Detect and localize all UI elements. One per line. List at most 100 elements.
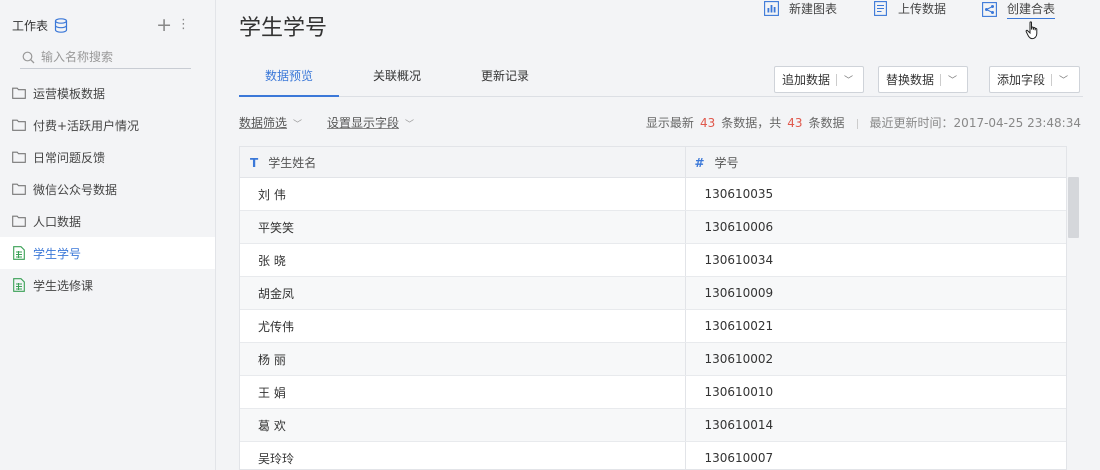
cell-name: 尤传伟 (240, 310, 687, 342)
add-field-button[interactable]: 添加字段 ﹀ (989, 66, 1080, 93)
table-row: 杨 丽 130610002 (240, 343, 1066, 376)
database-icon[interactable] (54, 17, 68, 33)
cell-name: 平笑笑 (240, 211, 687, 243)
more-icon[interactable]: ⋮ (177, 14, 190, 36)
table-row: 吴玲玲 130610007 (240, 442, 1066, 469)
filter-row: 数据筛选 ﹀ 设置显示字段 ﹀ 显示最新 43 条数据，共 43 条数据 最近更新时间：201… (239, 114, 1081, 130)
scrollbar-thumb[interactable] (1068, 177, 1079, 238)
sidebar-list: 运营模板数据 付费+活跃用户情况 日常问题反馈 微信公众号数据 人口数据 学生学… (0, 77, 215, 301)
table-row: 葛 欢 130610014 (240, 409, 1066, 442)
tab-data-preview[interactable]: 数据预览 (239, 60, 339, 97)
chart-icon (764, 1, 779, 16)
cell-id: 130610009 (704, 286, 774, 300)
sidebar-item-label: 人口数据 (33, 214, 82, 229)
sidebar-item-3[interactable]: 微信公众号数据 (0, 173, 215, 205)
folder-icon (11, 181, 27, 197)
add-icon[interactable]: + (156, 14, 172, 36)
cell-name: 胡金凤 (240, 277, 687, 309)
sidebar-header: 工作表 + ⋮ (12, 14, 204, 36)
divider (1051, 73, 1053, 86)
tab-relations[interactable]: 关联概况 (351, 60, 443, 97)
replace-data-button[interactable]: 替换数据 ﹀ (878, 66, 968, 93)
sheet-icon (11, 245, 27, 261)
folder-icon (11, 213, 27, 229)
upload-icon (873, 1, 888, 16)
sidebar-item-label: 学生学号 (33, 246, 82, 261)
status-prefix: 显示最新 (645, 116, 694, 130)
cell-id: 130610007 (704, 451, 774, 465)
cell-id: 130610021 (704, 319, 774, 333)
search-icon (22, 51, 35, 64)
data-filter-dropdown[interactable]: 数据筛选 ﹀ (239, 114, 302, 131)
chevron-down-icon: ﹀ (844, 76, 854, 86)
table-row: 王 娟 130610010 (240, 376, 1066, 409)
chevron-down-icon: ﹀ (405, 120, 415, 130)
replace-data-label: 替换数据 (886, 73, 935, 87)
column-name: 学生姓名 (268, 156, 317, 170)
updated-label: 最近更新时间： (869, 116, 954, 130)
sidebar-item-label: 学生选修课 (33, 278, 94, 293)
total-count: 43 (787, 116, 803, 130)
cell-name: 张 晓 (240, 244, 687, 276)
tab-update-log[interactable]: 更新记录 (459, 60, 551, 97)
sidebar-item-1[interactable]: 付费+活跃用户情况 (0, 109, 215, 141)
cell-name: 杨 丽 (240, 343, 687, 375)
table-row: 胡金凤 130610009 (240, 277, 1066, 310)
cell-name: 刘 伟 (240, 178, 687, 210)
column-name: 学号 (714, 156, 739, 170)
table-row: 刘 伟 130610035 (240, 178, 1066, 211)
folder-icon (11, 85, 27, 101)
create-join-button[interactable]: 创建合表 (982, 0, 1056, 19)
append-data-label: 追加数据 (782, 73, 831, 87)
folder-icon (11, 149, 27, 165)
sidebar-item-0[interactable]: 运营模板数据 (0, 77, 215, 109)
divider (836, 73, 838, 86)
shown-count: 43 (699, 116, 716, 130)
display-fields-dropdown[interactable]: 设置显示字段 ﹀ (327, 114, 414, 131)
cell-id: 130610010 (704, 385, 774, 399)
main-panel: 学生学号 新建图表 上传数据 创建合表 数据预览 关联概况 更新记录 追加数据 … (217, 0, 1100, 470)
display-fields-label: 设置显示字段 (327, 116, 400, 130)
sidebar-item-label: 日常问题反馈 (33, 150, 106, 165)
data-table: T 学生姓名 # 学号 刘 伟 130610035 平笑笑 130610006 张 晓 1… (239, 146, 1067, 470)
page-title: 学生学号 (239, 16, 328, 41)
sidebar: 工作表 + ⋮ 运营模板数据 付费+活跃用户情况 日常问题反馈 微信公众号数据 (0, 0, 216, 470)
table-body: 刘 伟 130610035 平笑笑 130610006 张 晓 130610034 胡… (240, 178, 1066, 469)
sidebar-item-label: 微信公众号数据 (33, 182, 118, 197)
table-row: 平笑笑 130610006 (240, 211, 1066, 244)
create-join-label: 创建合表 (1007, 0, 1056, 19)
table-header: T 学生姓名 # 学号 (240, 147, 1066, 178)
column-header-name[interactable]: T 学生姓名 (240, 147, 687, 178)
data-filter-label: 数据筛选 (239, 116, 288, 130)
chevron-down-icon: ﹀ (1059, 76, 1069, 86)
new-chart-button[interactable]: 新建图表 (764, 0, 837, 17)
sidebar-item-4[interactable]: 人口数据 (0, 205, 215, 237)
cell-name: 葛 欢 (240, 409, 687, 441)
status-suffix: 条数据 (808, 116, 845, 130)
sidebar-item-2[interactable]: 日常问题反馈 (0, 141, 215, 173)
table-row: 张 晓 130610034 (240, 244, 1066, 277)
upload-data-label: 上传数据 (898, 2, 947, 16)
cell-id: 130610002 (704, 352, 774, 366)
cell-name: 王 娟 (240, 376, 687, 408)
chevron-down-icon: ﹀ (293, 120, 303, 130)
append-data-button[interactable]: 追加数据 ﹀ (774, 66, 864, 93)
add-field-label: 添加字段 (997, 73, 1046, 87)
sidebar-item-label: 运营模板数据 (33, 86, 106, 101)
divider (940, 73, 942, 86)
chevron-down-icon: ﹀ (948, 76, 958, 86)
sidebar-title: 工作表 (12, 18, 49, 33)
cell-id: 130610035 (704, 187, 774, 201)
search-input[interactable] (41, 50, 181, 64)
sidebar-item-6[interactable]: 学生选修课 (0, 269, 215, 301)
sidebar-item-5[interactable]: 学生学号 (0, 237, 215, 269)
folder-icon (11, 117, 27, 133)
text-type-icon: T (250, 155, 259, 170)
column-header-id[interactable]: # 学号 (686, 147, 1066, 178)
upload-data-button[interactable]: 上传数据 (873, 0, 946, 17)
cell-id: 130610006 (704, 220, 774, 234)
updated-time: 2017-04-25 23:48:34 (953, 116, 1081, 130)
cell-id: 130610034 (704, 253, 774, 267)
sidebar-search (20, 46, 191, 69)
table-row: 尤传伟 130610021 (240, 310, 1066, 343)
